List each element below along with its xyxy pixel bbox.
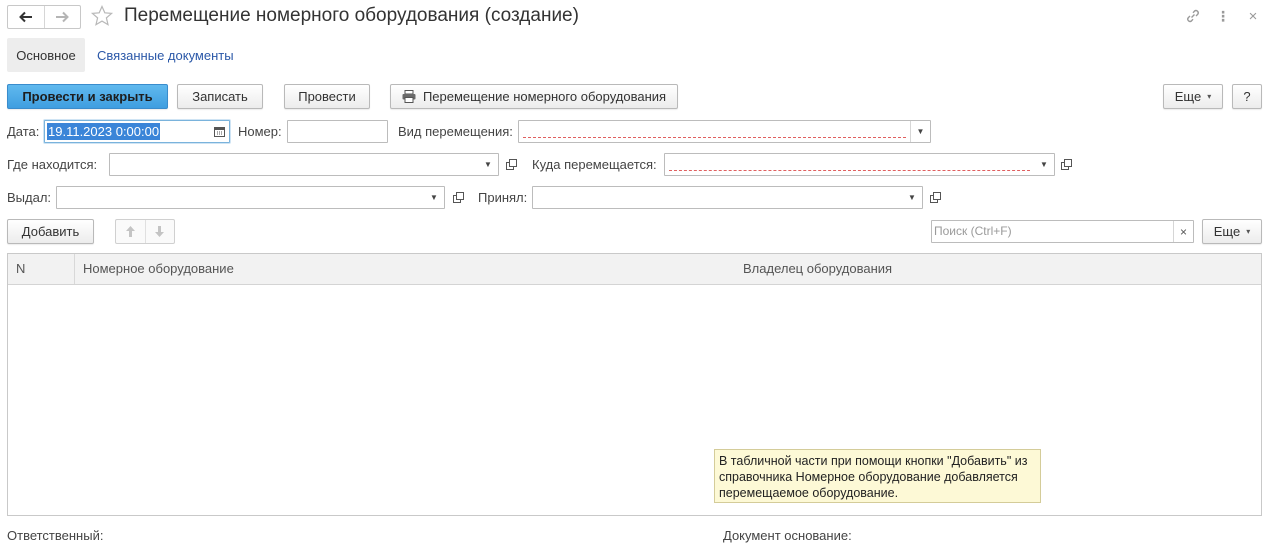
tab-related-documents[interactable]: Связанные документы [97, 48, 234, 63]
required-marker [523, 137, 906, 138]
tab-main[interactable]: Основное [7, 38, 85, 72]
calendar-button[interactable] [209, 121, 229, 142]
chevron-down-icon: ▼ [1040, 160, 1048, 169]
move-up-button[interactable] [116, 220, 145, 243]
location-dropdown-button[interactable]: ▼ [478, 154, 498, 175]
chevron-down-icon: ▼ [484, 160, 492, 169]
open-window-icon [1060, 158, 1072, 170]
arrow-right-icon [56, 11, 70, 23]
print-movement-button[interactable]: Перемещение номерного оборудования [390, 84, 678, 109]
issued-field[interactable]: ▼ [56, 186, 445, 209]
date-field[interactable]: 19.11.2023 0:00:00 [44, 120, 230, 143]
add-row-button[interactable]: Добавить [7, 219, 94, 244]
equipment-table[interactable]: N Номерное оборудование Владелец оборудо… [7, 253, 1262, 516]
print-movement-label: Перемещение номерного оборудования [422, 89, 667, 104]
back-button[interactable] [8, 6, 44, 28]
destination-open-button[interactable] [1057, 153, 1075, 175]
table-more-label: Еще [1213, 224, 1241, 239]
caret-down-icon: ▾ [1207, 92, 1212, 101]
chevron-down-icon: ▼ [430, 193, 438, 202]
move-type-dropdown-button[interactable]: ▼ [910, 121, 930, 142]
open-window-icon [505, 158, 517, 170]
location-label: Где находится: [7, 157, 98, 172]
chevron-down-icon: ▼ [908, 193, 916, 202]
received-label: Принял: [478, 190, 528, 205]
date-value: 19.11.2023 0:00:00 [47, 123, 161, 140]
search-input[interactable]: Поиск (Ctrl+F) × [931, 220, 1194, 243]
printer-icon [402, 90, 416, 103]
arrow-up-icon [125, 226, 135, 237]
favorite-star-icon[interactable] [90, 4, 114, 28]
more-label: Еще [1174, 89, 1202, 104]
open-window-icon [452, 191, 464, 203]
more-menu-icon[interactable]: ⋮ [1213, 6, 1233, 26]
destination-field[interactable]: ▼ [664, 153, 1055, 176]
column-separator [74, 254, 75, 284]
move-type-field[interactable]: ▼ [518, 120, 931, 143]
forward-button[interactable] [43, 6, 81, 28]
number-label: Номер: [238, 124, 282, 139]
link-icon[interactable] [1183, 6, 1203, 26]
move-down-button[interactable] [144, 220, 175, 243]
reorder-buttons [115, 219, 175, 244]
number-field[interactable] [287, 120, 388, 143]
save-button[interactable]: Записать [177, 84, 263, 109]
destination-label: Куда перемещается: [532, 157, 657, 172]
issued-open-button[interactable] [449, 186, 467, 208]
search-placeholder: Поиск (Ctrl+F) [934, 224, 1012, 238]
close-icon[interactable]: × [1243, 6, 1263, 26]
column-header-n[interactable]: N [16, 254, 25, 284]
date-label: Дата: [7, 124, 40, 139]
table-more-button[interactable]: Еще ▾ [1202, 219, 1262, 244]
window-title: Перемещение номерного оборудования (созд… [124, 5, 579, 26]
destination-dropdown-button[interactable]: ▼ [1034, 154, 1054, 175]
calendar-icon [213, 127, 225, 137]
issued-dropdown-button[interactable]: ▼ [424, 187, 444, 208]
table-header: N Номерное оборудование Владелец оборудо… [8, 254, 1261, 285]
arrow-down-icon [155, 226, 165, 237]
caret-down-icon: ▾ [1246, 227, 1251, 236]
post-button[interactable]: Провести [284, 84, 370, 109]
close-icon: × [1179, 224, 1187, 239]
responsible-label: Ответственный: [7, 528, 104, 543]
history-nav [7, 5, 81, 29]
more-button[interactable]: Еще ▾ [1163, 84, 1223, 109]
received-field[interactable]: ▼ [532, 186, 923, 209]
location-open-button[interactable] [502, 153, 520, 175]
required-marker [669, 170, 1030, 171]
column-header-owner[interactable]: Владелец оборудования [743, 254, 892, 284]
help-button[interactable]: ? [1232, 84, 1262, 109]
hint-tooltip: В табличной части при помощи кнопки "Доб… [714, 449, 1041, 503]
clear-search-button[interactable]: × [1173, 221, 1193, 242]
open-window-icon [929, 191, 941, 203]
column-header-equipment[interactable]: Номерное оборудование [83, 254, 234, 284]
post-and-close-button[interactable]: Провести и закрыть [7, 84, 168, 109]
move-type-label: Вид перемещения: [398, 124, 513, 139]
arrow-left-icon [18, 11, 32, 23]
issued-label: Выдал: [7, 190, 52, 205]
received-open-button[interactable] [926, 186, 944, 208]
location-field[interactable]: ▼ [109, 153, 499, 176]
basis-document-label: Документ основание: [723, 528, 852, 543]
chevron-down-icon: ▼ [916, 127, 925, 136]
received-dropdown-button[interactable]: ▼ [902, 187, 922, 208]
